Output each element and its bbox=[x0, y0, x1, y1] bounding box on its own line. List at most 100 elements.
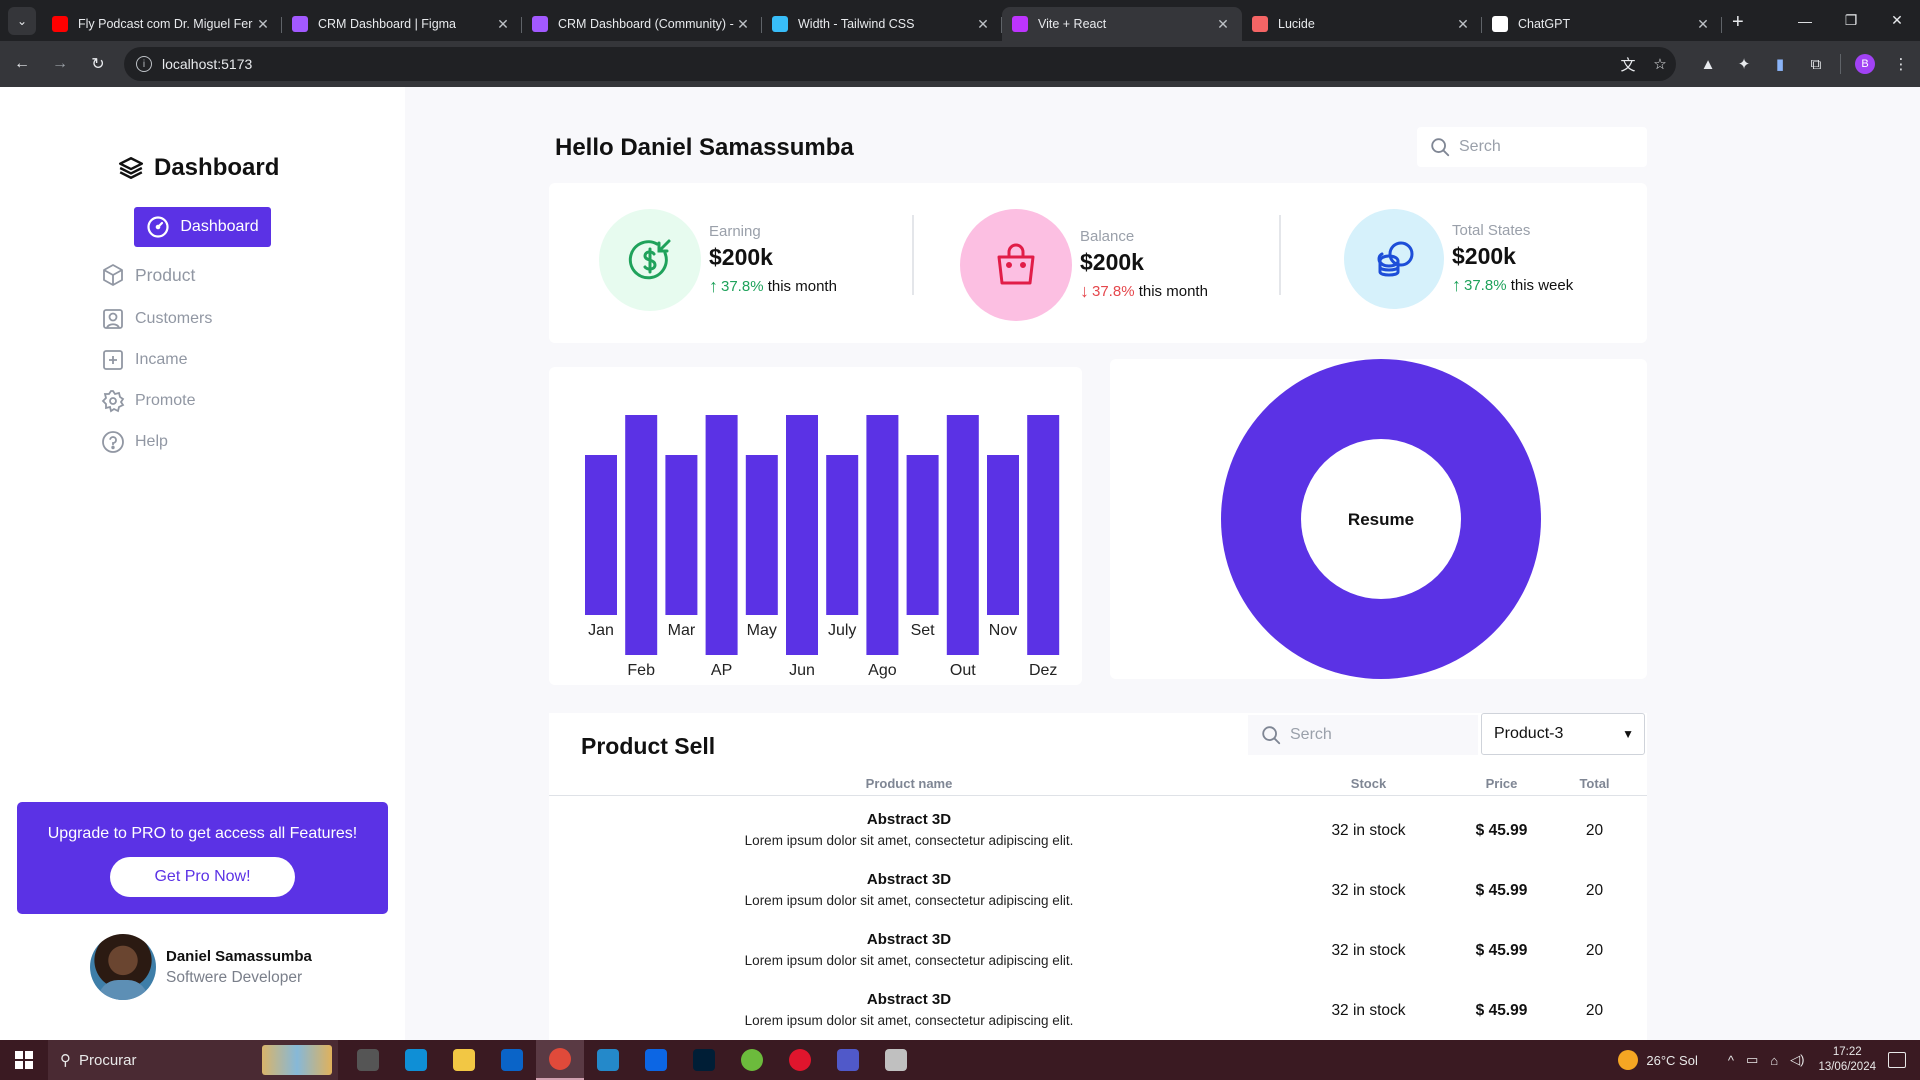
table-row[interactable]: Abstract 3D Lorem ipsum dolor sit amet, … bbox=[549, 797, 1647, 857]
close-tab-icon[interactable]: ✕ bbox=[1694, 16, 1712, 33]
sidebar-item-product[interactable]: Product bbox=[101, 263, 195, 287]
translate-icon[interactable]: 文 bbox=[1612, 54, 1644, 75]
bar-feb[interactable] bbox=[625, 415, 658, 655]
search-input[interactable]: Serch bbox=[1417, 127, 1647, 167]
taskbar-app[interactable] bbox=[872, 1040, 920, 1080]
sidebar-item-help[interactable]: Help bbox=[101, 430, 168, 454]
user-profile[interactable]: Daniel Samassumba Softwere Developer bbox=[90, 934, 312, 1000]
search-placeholder: Serch bbox=[1290, 726, 1332, 743]
sidebar-item-dashboard[interactable]: Dashboard bbox=[134, 207, 271, 247]
stat-icon-circle bbox=[599, 209, 701, 311]
close-window-icon[interactable]: ✕ bbox=[1874, 12, 1920, 29]
extensions-puzzle-icon[interactable]: ⧉ bbox=[1798, 56, 1834, 73]
minimize-icon[interactable]: — bbox=[1782, 13, 1828, 29]
outlook-icon bbox=[501, 1049, 523, 1071]
weather-sun-icon[interactable] bbox=[1618, 1050, 1639, 1070]
bar-dez[interactable] bbox=[1027, 415, 1060, 655]
close-tab-icon[interactable]: ✕ bbox=[494, 16, 512, 33]
extension-a-icon[interactable]: ▲ bbox=[1690, 56, 1726, 73]
site-info-icon[interactable]: i bbox=[136, 56, 152, 72]
table-row[interactable]: Abstract 3D Lorem ipsum dolor sit amet, … bbox=[549, 977, 1647, 1037]
bar-mar[interactable] bbox=[665, 455, 698, 615]
start-button[interactable] bbox=[0, 1040, 48, 1080]
browser-tab[interactable]: Fly Podcast com Dr. Miguel Fer ✕ bbox=[42, 7, 282, 41]
bookmark-star-icon[interactable]: ☆ bbox=[1644, 55, 1676, 73]
sidebar-item-income[interactable]: Incame bbox=[101, 348, 187, 372]
taskbar-app[interactable] bbox=[392, 1040, 440, 1080]
profile-avatar[interactable]: B bbox=[1855, 54, 1875, 74]
restore-icon[interactable]: ❐ bbox=[1828, 12, 1874, 29]
bar-nov[interactable] bbox=[987, 455, 1019, 615]
taskbar-search[interactable]: ⚲ Procurar bbox=[48, 1040, 338, 1080]
taskbar-app[interactable] bbox=[536, 1040, 584, 1080]
bar-may[interactable] bbox=[745, 455, 778, 615]
browser-tab[interactable]: CRM Dashboard | Figma ✕ bbox=[282, 7, 522, 41]
extension-b-icon[interactable]: ✦ bbox=[1726, 55, 1762, 73]
product-select[interactable]: Product-3 ▼ bbox=[1481, 713, 1645, 755]
browser-tab[interactable]: ChatGPT ✕ bbox=[1482, 7, 1722, 41]
search-icon bbox=[1262, 726, 1281, 745]
bar-jun[interactable] bbox=[786, 415, 818, 655]
browser-tab[interactable]: Lucide ✕ bbox=[1242, 7, 1482, 41]
tab-search-button[interactable]: ⌄ bbox=[8, 7, 36, 35]
table-row[interactable]: Abstract 3D Lorem ipsum dolor sit amet, … bbox=[549, 857, 1647, 917]
bar-jan[interactable] bbox=[585, 455, 617, 615]
table-row[interactable]: Abstract 3D Lorem ipsum dolor sit amet, … bbox=[549, 917, 1647, 977]
column-header-price[interactable]: Price bbox=[1449, 776, 1554, 791]
taskbar-app[interactable] bbox=[776, 1040, 824, 1080]
browser-tab[interactable]: CRM Dashboard (Community) - ✕ bbox=[522, 7, 762, 41]
app-page: Dashboard Dashboard Product Customers In… bbox=[0, 87, 1920, 1040]
bar-july[interactable] bbox=[826, 455, 859, 615]
close-tab-icon[interactable]: ✕ bbox=[734, 16, 752, 33]
product-total: 20 bbox=[1585, 822, 1604, 839]
x-tick-label: Jun bbox=[789, 662, 815, 679]
extension-c-icon[interactable]: ▮ bbox=[1762, 55, 1798, 73]
column-header-total[interactable]: Total bbox=[1557, 776, 1632, 791]
taskbar-app[interactable] bbox=[632, 1040, 680, 1080]
taskbar-app[interactable] bbox=[728, 1040, 776, 1080]
weather-text[interactable]: 26°C Sol bbox=[1646, 1053, 1697, 1068]
taskbar-app[interactable] bbox=[440, 1040, 488, 1080]
bar-ap[interactable] bbox=[705, 415, 738, 655]
column-header-product[interactable]: Product name bbox=[549, 776, 1269, 791]
sidebar-item-customers[interactable]: Customers bbox=[101, 307, 212, 331]
taskbar-app[interactable] bbox=[488, 1040, 536, 1080]
bar-ago[interactable] bbox=[866, 415, 899, 655]
close-tab-icon[interactable]: ✕ bbox=[1214, 16, 1232, 33]
brand[interactable]: Dashboard bbox=[118, 154, 279, 182]
select-value: Product-3 bbox=[1494, 725, 1564, 742]
taskbar-app[interactable] bbox=[680, 1040, 728, 1080]
bar-chart: Jan Feb Mar AP May Jun July Ago Set Out Nov Dez bbox=[585, 415, 1060, 679]
volume-icon[interactable]: ◁) bbox=[1790, 1052, 1804, 1068]
task-view-icon bbox=[357, 1049, 379, 1071]
lucide-icon bbox=[1252, 16, 1268, 32]
taskbar-app[interactable] bbox=[344, 1040, 392, 1080]
tab-strip: Fly Podcast com Dr. Miguel Fer ✕ CRM Dashb… bbox=[42, 7, 1722, 41]
trello-icon bbox=[645, 1049, 667, 1071]
reload-icon[interactable]: ↻ bbox=[82, 48, 114, 80]
browser-tab[interactable]: Width - Tailwind CSS ✕ bbox=[762, 7, 1002, 41]
taskbar-app[interactable] bbox=[824, 1040, 872, 1080]
close-tab-icon[interactable]: ✕ bbox=[1454, 16, 1472, 33]
browser-menu-icon[interactable]: ⋮ bbox=[1883, 55, 1919, 73]
network-icon[interactable]: ⌂ bbox=[1770, 1053, 1778, 1068]
taskbar-app[interactable] bbox=[584, 1040, 632, 1080]
forward-icon[interactable]: → bbox=[44, 48, 76, 80]
close-tab-icon[interactable]: ✕ bbox=[974, 16, 992, 33]
address-bar[interactable]: i localhost:5173 文 ☆ bbox=[124, 47, 1676, 81]
new-tab-button[interactable]: + bbox=[1732, 11, 1744, 34]
close-tab-icon[interactable]: ✕ bbox=[254, 16, 272, 33]
battery-icon[interactable]: ▭ bbox=[1746, 1052, 1758, 1068]
clock[interactable]: 17:22 13/06/2024 bbox=[1818, 1045, 1876, 1075]
notification-icon[interactable] bbox=[1888, 1052, 1906, 1068]
browser-tab[interactable]: Vite + React ✕ bbox=[1002, 7, 1242, 41]
product-search-input[interactable]: Serch bbox=[1248, 715, 1478, 755]
url-text[interactable]: localhost:5173 bbox=[162, 56, 1612, 72]
column-header-stock[interactable]: Stock bbox=[1306, 776, 1431, 791]
bar-set[interactable] bbox=[906, 455, 939, 615]
sidebar-item-promote[interactable]: Promote bbox=[101, 389, 195, 413]
chevron-up-icon[interactable]: ^ bbox=[1728, 1053, 1734, 1068]
bar-out[interactable] bbox=[946, 415, 979, 655]
get-pro-button[interactable]: Get Pro Now! bbox=[110, 857, 295, 897]
back-icon[interactable]: ← bbox=[6, 48, 38, 80]
